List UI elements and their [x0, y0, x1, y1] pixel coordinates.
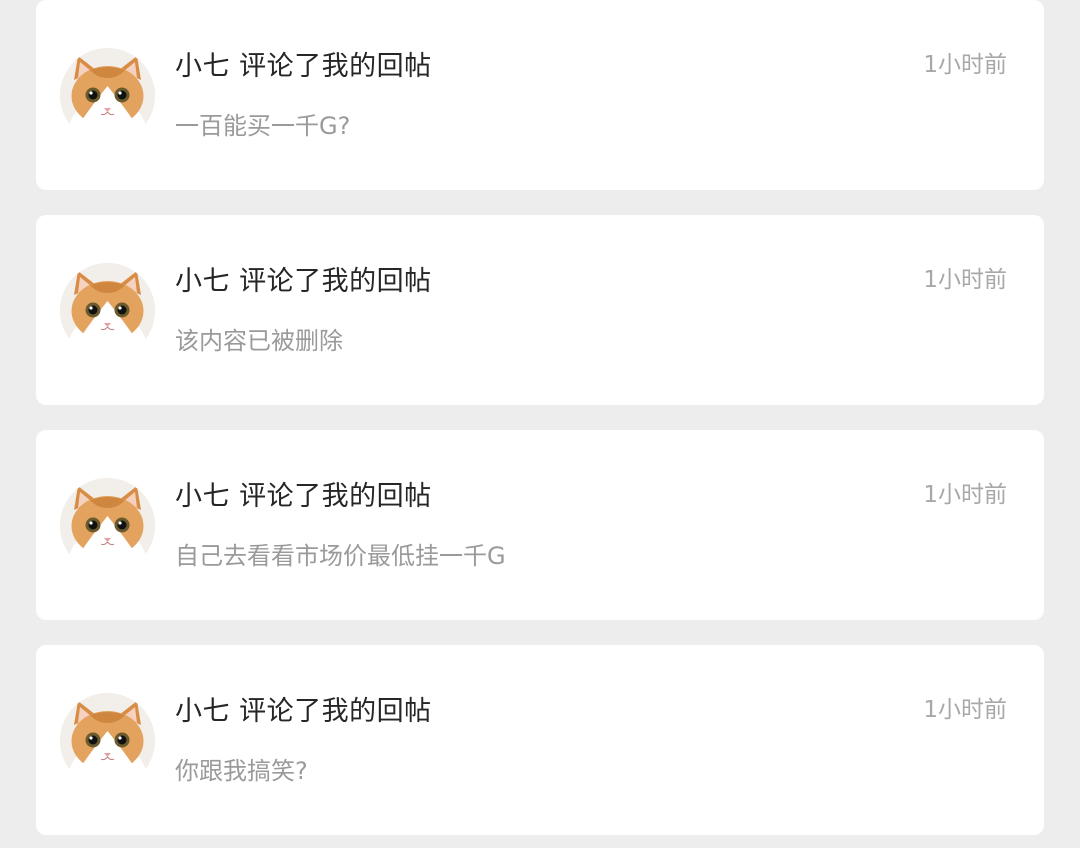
notification-card[interactable]: 小七 评论了我的回帖 1小时前 该内容已被删除: [36, 215, 1044, 405]
notification-content: 一百能买一千G?: [175, 112, 351, 140]
notification-time: 1小时前: [923, 482, 1007, 508]
cat-avatar-icon[interactable]: [60, 48, 155, 143]
notification-content: 你跟我搞笑?: [175, 757, 308, 785]
notification-time: 1小时前: [923, 52, 1007, 78]
notification-title: 小七 评论了我的回帖: [175, 696, 432, 727]
notification-card[interactable]: 小七 评论了我的回帖 1小时前 一百能买一千G?: [36, 0, 1044, 190]
notification-title: 小七 评论了我的回帖: [175, 481, 432, 512]
notification-content: 该内容已被删除: [175, 327, 343, 355]
notification-card[interactable]: 小七 评论了我的回帖 1小时前 你跟我搞笑?: [36, 645, 1044, 835]
notification-time: 1小时前: [923, 267, 1007, 293]
notification-content: 自己去看看市场价最低挂一千G: [175, 542, 506, 570]
cat-avatar-icon[interactable]: [60, 693, 155, 788]
cat-avatar-icon[interactable]: [60, 478, 155, 573]
notification-title: 小七 评论了我的回帖: [175, 266, 432, 297]
notification-title: 小七 评论了我的回帖: [175, 51, 432, 82]
notification-card[interactable]: 小七 评论了我的回帖 1小时前 自己去看看市场价最低挂一千G: [36, 430, 1044, 620]
notification-time: 1小时前: [923, 697, 1007, 723]
cat-avatar-icon[interactable]: [60, 263, 155, 358]
